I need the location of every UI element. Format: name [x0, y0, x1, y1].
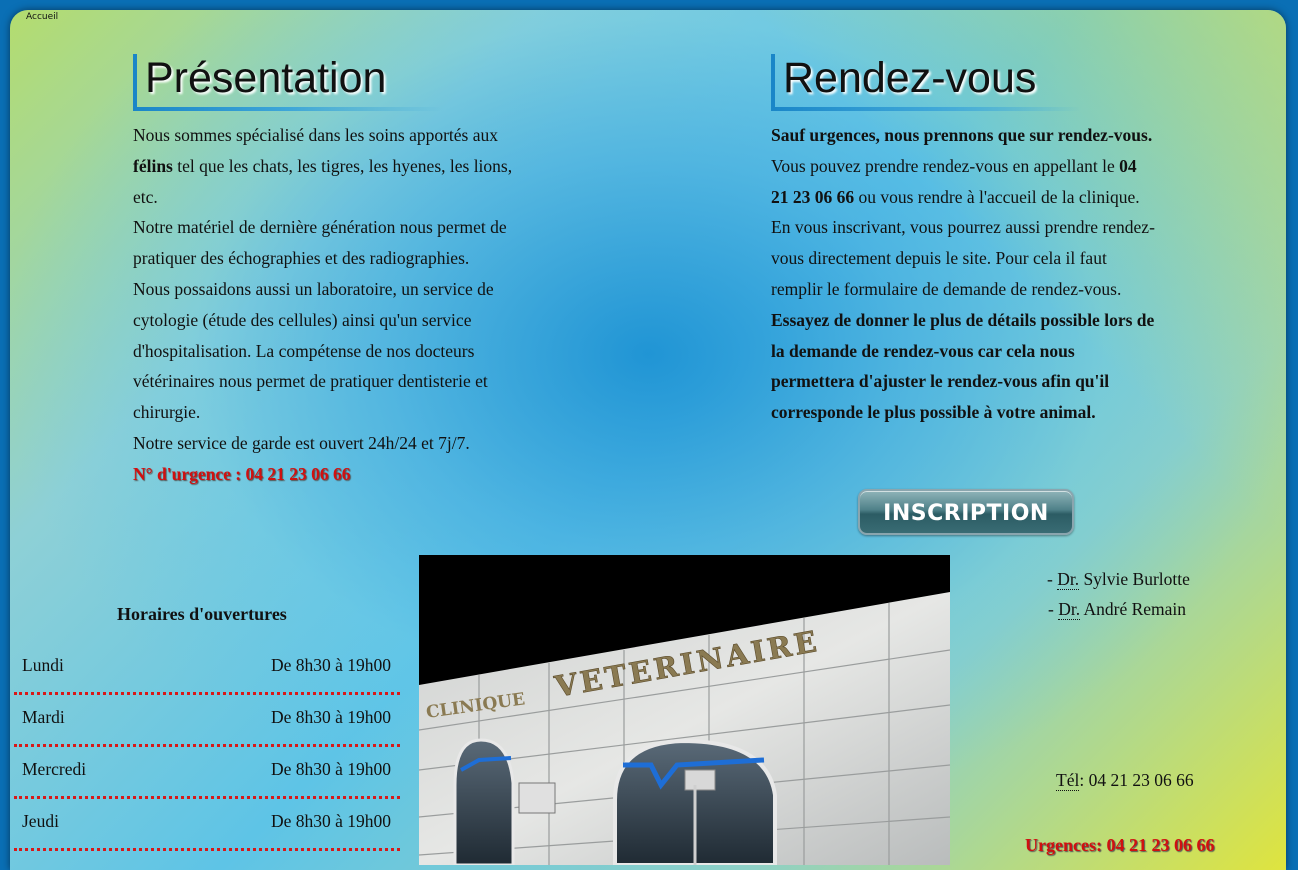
hours-day: Mercredi: [22, 759, 87, 779]
doctor-title-abbr: Dr.: [1058, 599, 1081, 620]
hours-row-tuesday: Mardi De 8h30 à 19h00: [14, 695, 400, 747]
clinic-building-image: CLINIQUE VETERINAIRE: [419, 555, 950, 865]
presentation-paragraph-2: Notre matériel de dernière génération no…: [133, 217, 507, 269]
hours-row-monday: Lundi De 8h30 à 19h00: [14, 643, 400, 695]
rdv-text: Sauf urgences, nous prennons que sur ren…: [771, 120, 1157, 428]
hours-time: De 8h30 à 19h00: [270, 655, 391, 675]
rdv-title: Rendez-vous: [771, 54, 1082, 111]
inscription-button[interactable]: INSCRIPTION: [858, 489, 1074, 535]
hours-title: Horaires d'ouvertures: [117, 604, 287, 624]
hours-time: De 8h30 à 19h00: [270, 707, 391, 727]
rdv-paragraph-2: En vous inscrivant, vous pourrez aussi p…: [771, 217, 1155, 423]
emergency-footer: Urgences: 04 21 23 06 66: [1025, 835, 1215, 855]
hours-day: Jeudi: [22, 811, 59, 831]
presentation-paragraph-3: Nous possaidons aussi un laboratoire, un…: [133, 278, 494, 423]
hours-row-wednesday: Mercredi De 8h30 à 19h00: [14, 747, 400, 799]
presentation-text: Nous sommes spécialisé dans les soins ap…: [133, 120, 528, 490]
phone-contact: Tél: 04 21 23 06 66: [1056, 770, 1194, 791]
presentation-title: Présentation: [133, 54, 444, 111]
nav-home-link[interactable]: Accueil: [26, 12, 58, 22]
emergency-number: N° d'urgence : 04 21 23 06 66: [133, 463, 351, 484]
presentation-paragraph-4: Notre service de garde est ouvert 24h/24…: [133, 432, 470, 453]
presentation-paragraph-1: Nous sommes spécialisé dans les soins ap…: [133, 125, 513, 207]
doctor-1: - Dr. Sylvie Burlotte: [1047, 569, 1190, 590]
hours-time: De 8h30 à 19h00: [270, 811, 391, 831]
tel-value: : 04 21 23 06 66: [1079, 770, 1194, 790]
hours-row-thursday: Jeudi De 8h30 à 19h00: [14, 799, 400, 851]
hours-day: Mardi: [22, 707, 65, 727]
tel-abbr: Tél: [1056, 770, 1080, 791]
hours-time: De 8h30 à 19h00: [270, 759, 391, 779]
doctor-2: - Dr. André Remain: [1048, 599, 1187, 620]
rdv-paragraph-1: Sauf urgences, nous prennons que sur ren…: [771, 125, 1153, 207]
clinic-photo: CLINIQUE VETERINAIRE: [419, 555, 950, 865]
hours-day: Lundi: [22, 655, 64, 675]
doctor-title-abbr: Dr.: [1057, 569, 1080, 590]
hours-table: Lundi De 8h30 à 19h00 Mardi De 8h30 à 19…: [14, 643, 400, 851]
